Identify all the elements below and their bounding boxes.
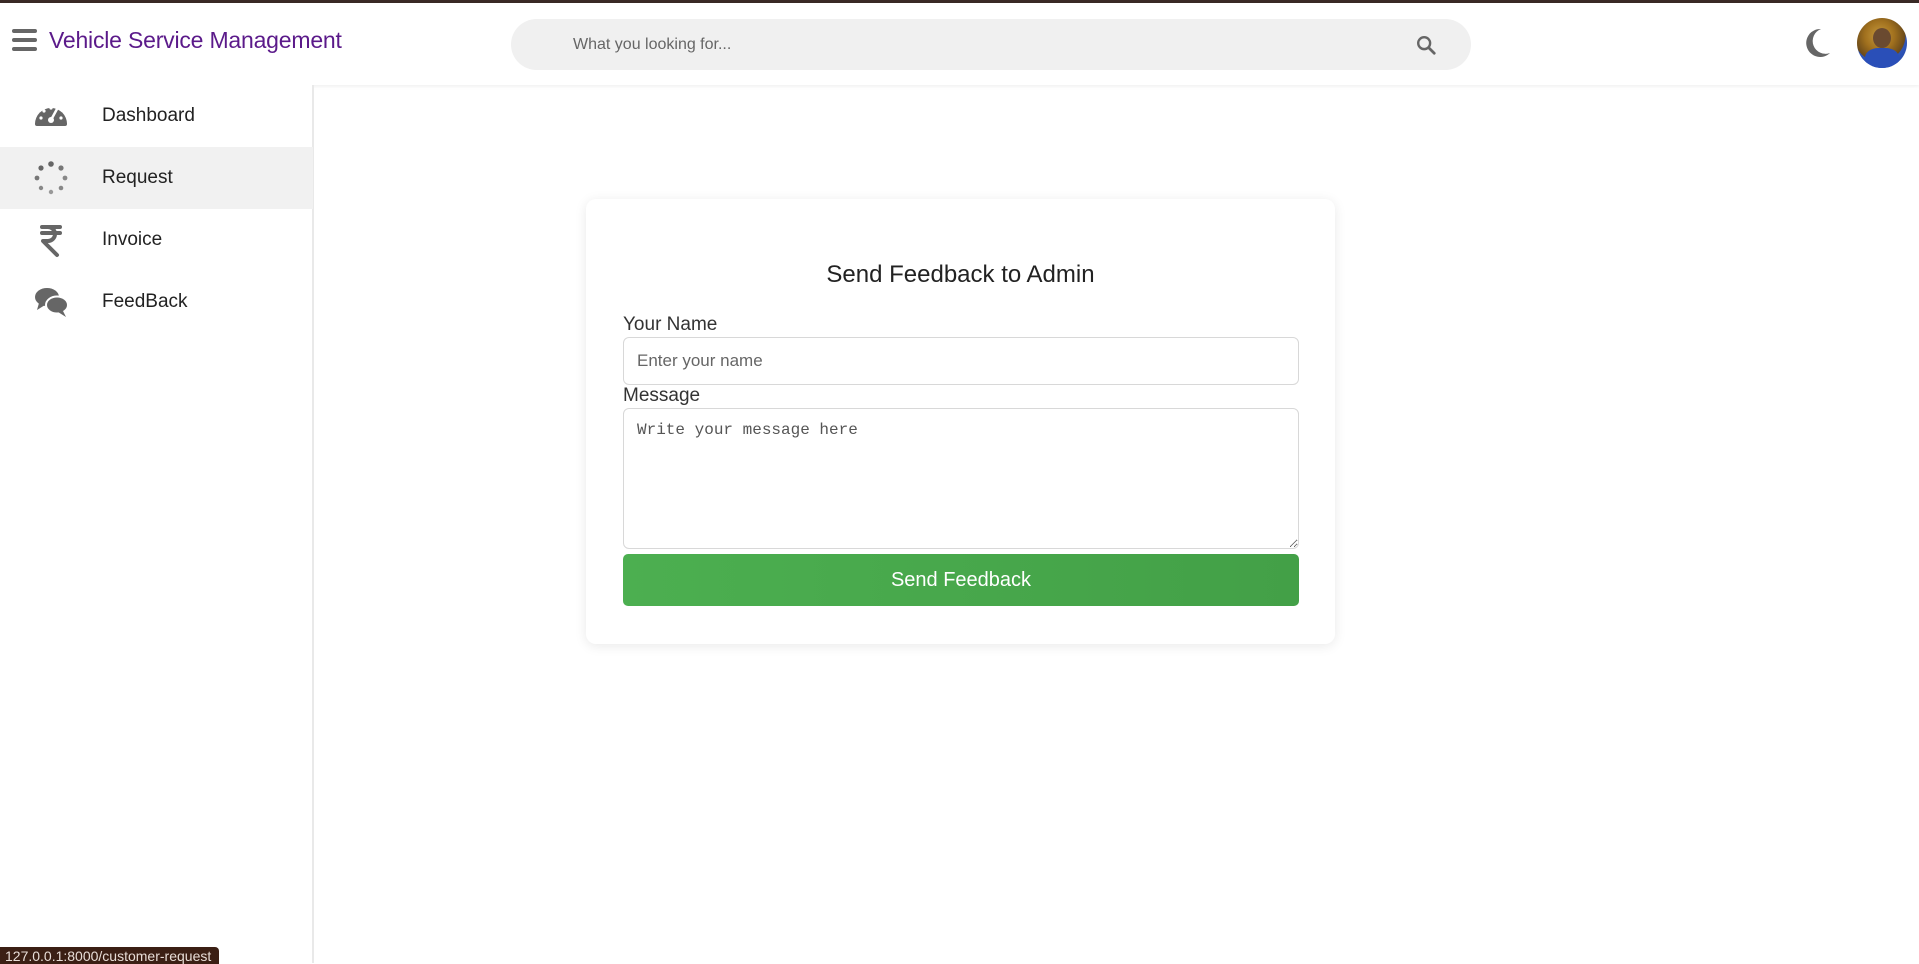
rupee-icon: [40, 225, 62, 257]
speedometer-icon: [35, 106, 67, 126]
sidebar-item-label: Dashboard: [102, 105, 195, 126]
sidebar-item-label: Invoice: [102, 229, 163, 250]
message-label: Message: [623, 385, 701, 406]
chat-icon: [35, 288, 69, 317]
sidebar-item-label: FeedBack: [102, 291, 188, 312]
top-navbar: Vehicle Service Management: [0, 3, 1919, 85]
search-icon[interactable]: [1415, 34, 1437, 56]
send-feedback-button[interactable]: Send Feedback: [623, 554, 1299, 606]
sidebar: Dashboard Request Invoice FeedBack: [0, 85, 314, 963]
hamburger-menu-icon[interactable]: [12, 29, 38, 53]
search-bar: [511, 19, 1471, 70]
moon-icon[interactable]: [1802, 27, 1832, 59]
name-field[interactable]: [623, 337, 1299, 385]
sidebar-item-request[interactable]: Request: [0, 147, 313, 209]
sidebar-item-label: Request: [102, 167, 173, 188]
name-label: Your Name: [623, 314, 718, 335]
sidebar-item-dashboard[interactable]: Dashboard: [0, 85, 313, 147]
spinner-icon: [34, 161, 68, 195]
message-field[interactable]: [623, 408, 1299, 549]
feedback-card: Send Feedback to Admin Your Name Message…: [586, 199, 1335, 644]
sidebar-item-invoice[interactable]: Invoice: [0, 209, 313, 271]
search-input[interactable]: [511, 19, 1471, 70]
form-title: Send Feedback to Admin: [826, 261, 1095, 288]
sidebar-item-feedback[interactable]: FeedBack: [0, 271, 313, 333]
avatar[interactable]: [1857, 18, 1907, 68]
brand-title[interactable]: Vehicle Service Management: [49, 27, 342, 54]
status-bar-url: 127.0.0.1:8000/customer-request: [0, 947, 220, 964]
